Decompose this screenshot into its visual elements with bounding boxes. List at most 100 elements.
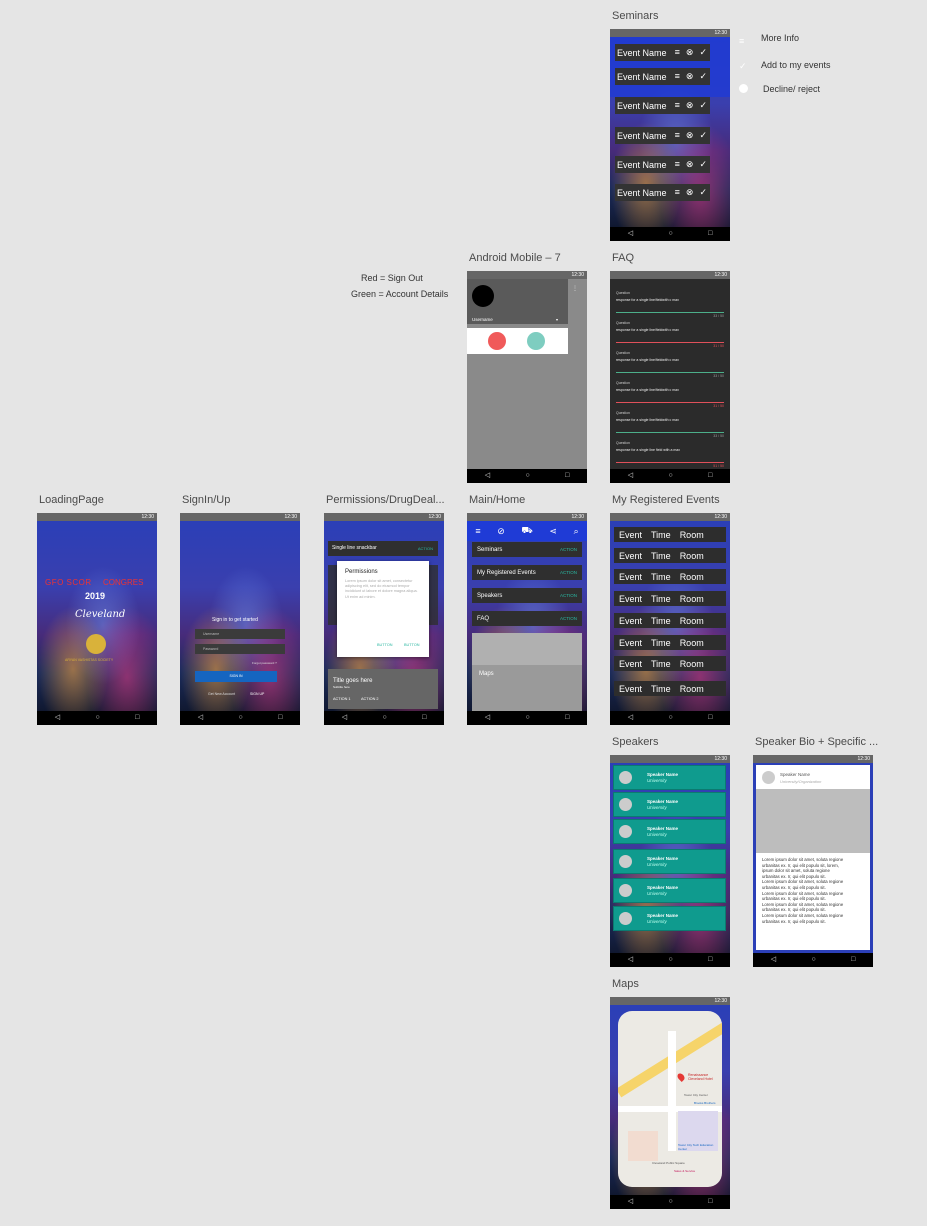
home-icon[interactable]: ○ bbox=[668, 227, 672, 241]
back-icon[interactable]: ◁ bbox=[485, 711, 490, 725]
phone-signin: 12:30 Sign in to get started Username Pa… bbox=[180, 513, 300, 725]
speaker-card[interactable]: Speaker Name University bbox=[613, 819, 726, 844]
event-row[interactable]: Event Name ≡ ⊗ ✓ bbox=[615, 156, 710, 173]
faq-item[interactable]: Question response for a single line/field… bbox=[616, 381, 724, 408]
menu-item-faq[interactable]: FAQ ACTION bbox=[472, 611, 582, 626]
home-icon[interactable]: ○ bbox=[668, 469, 672, 483]
home-icon[interactable]: ○ bbox=[811, 953, 815, 967]
faq-item[interactable]: Question response for a single line/field… bbox=[616, 321, 724, 348]
event-row[interactable]: Event Name ≡ ⊗ ✓ bbox=[615, 44, 710, 61]
registered-row[interactable]: Event Time Room bbox=[614, 635, 726, 650]
dialog-button-1[interactable]: BUTTON bbox=[377, 643, 393, 647]
chevron-down-icon[interactable]: ▾ bbox=[556, 317, 558, 322]
home-icon[interactable]: ○ bbox=[95, 711, 99, 725]
registered-row[interactable]: Event Time Room bbox=[614, 681, 726, 696]
card-action-1[interactable]: ACTION 1 bbox=[333, 697, 351, 701]
registered-row[interactable]: Event Time Room bbox=[614, 569, 726, 584]
sign-in-button[interactable]: SIGN IN bbox=[195, 671, 277, 682]
back-icon[interactable]: ◁ bbox=[628, 711, 633, 725]
back-icon[interactable]: ◁ bbox=[771, 953, 776, 967]
search-icon[interactable]: ⌕ bbox=[574, 526, 579, 537]
recents-icon[interactable]: □ bbox=[708, 953, 712, 967]
recents-icon[interactable]: □ bbox=[708, 711, 712, 725]
frame-label-permissions: Permissions/DrugDeal... bbox=[326, 494, 445, 506]
event-row[interactable]: Event Name ≡ ⊗ ✓ bbox=[615, 184, 710, 201]
back-icon[interactable]: ◁ bbox=[55, 711, 60, 725]
registered-row[interactable]: Event Time Room bbox=[614, 548, 726, 563]
home-icon[interactable]: ○ bbox=[668, 711, 672, 725]
sign-up-link[interactable]: SIGN UP bbox=[250, 692, 264, 696]
back-icon[interactable]: ◁ bbox=[628, 953, 633, 967]
registered-row[interactable]: Event Time Room bbox=[614, 591, 726, 606]
menu-item-registered[interactable]: My Registered Events ACTION bbox=[472, 565, 582, 580]
back-icon[interactable]: ◁ bbox=[628, 1195, 633, 1209]
home-icon[interactable]: ○ bbox=[525, 711, 529, 725]
speaker-card[interactable]: Speaker Name University bbox=[613, 878, 726, 903]
speaker-card[interactable]: Speaker Name University bbox=[613, 765, 726, 790]
phone-loading: 12:30 GFO SCOR CONGRES 2019 Cleveland AR… bbox=[37, 513, 157, 725]
bio-card: Speaker Name University/Organization Lor… bbox=[756, 765, 870, 950]
phone-permissions: 12:30 Single line snackbar ACTION Permiss… bbox=[324, 513, 444, 725]
recents-icon[interactable]: □ bbox=[708, 469, 712, 483]
event-row[interactable]: Event Name ≡ ⊗ ✓ bbox=[615, 97, 710, 114]
screen: Renaissance Cleveland Hotel Tower City C… bbox=[610, 1005, 730, 1195]
back-icon[interactable]: ◁ bbox=[628, 227, 633, 241]
speaker-card[interactable]: Speaker Name University bbox=[613, 849, 726, 874]
dialog-button-2[interactable]: BUTTON bbox=[404, 643, 420, 647]
speaker-card[interactable]: Speaker Name University bbox=[613, 792, 726, 817]
username-input[interactable]: Username bbox=[195, 629, 285, 639]
compass-icon[interactable]: ⊘ bbox=[497, 526, 505, 537]
car-icon[interactable]: ⛟ bbox=[521, 525, 532, 537]
recents-icon[interactable]: □ bbox=[565, 711, 569, 725]
sign-out-button[interactable] bbox=[488, 332, 506, 350]
home-icon[interactable]: ○ bbox=[668, 1195, 672, 1209]
recents-icon[interactable]: □ bbox=[708, 1195, 712, 1209]
menu-item-seminars[interactable]: Seminars ACTION bbox=[472, 542, 582, 557]
avatar bbox=[619, 884, 632, 897]
recents-icon[interactable]: □ bbox=[135, 711, 139, 725]
share-icon[interactable]: ⋖ bbox=[549, 526, 557, 537]
more-icon[interactable]: ⋮ bbox=[572, 285, 578, 292]
card-action-2[interactable]: ACTION 2 bbox=[361, 697, 379, 701]
close-circle-icon: ⊗ bbox=[685, 71, 694, 81]
menu-icon[interactable]: ≡ bbox=[475, 526, 480, 536]
phone-seminars: 12:30 Event Name ≡ ⊗ ✓ Event Name ≡ ⊗ ✓ Event … bbox=[610, 29, 730, 241]
map-view[interactable]: Renaissance Cleveland Hotel Tower City C… bbox=[618, 1011, 722, 1187]
back-icon[interactable]: ◁ bbox=[342, 711, 347, 725]
status-bar: 12:30 bbox=[753, 755, 873, 763]
back-icon[interactable]: ◁ bbox=[628, 469, 633, 483]
recents-icon[interactable]: □ bbox=[422, 711, 426, 725]
faq-item[interactable]: Question response for a single line/field… bbox=[616, 291, 724, 318]
home-icon[interactable]: ○ bbox=[382, 711, 386, 725]
back-icon[interactable]: ◁ bbox=[198, 711, 203, 725]
snackbar: Single line snackbar ACTION bbox=[328, 541, 438, 556]
home-icon[interactable]: ○ bbox=[525, 469, 529, 483]
forgot-link[interactable]: Forgot password ? bbox=[252, 661, 277, 665]
close-circle-icon: ⊗ bbox=[685, 47, 694, 57]
maps-card[interactable]: Maps bbox=[472, 633, 582, 711]
speaker-card[interactable]: Speaker Name University bbox=[613, 906, 726, 931]
home-icon[interactable]: ○ bbox=[238, 711, 242, 725]
event-row[interactable]: Event Name ≡ ⊗ ✓ bbox=[615, 127, 710, 144]
recents-icon[interactable]: □ bbox=[565, 469, 569, 483]
phone-android: 12:30 Username ▾ ⋮ ◁ ○ □ bbox=[467, 271, 587, 483]
password-input[interactable]: Password bbox=[195, 644, 285, 654]
recents-icon[interactable]: □ bbox=[278, 711, 282, 725]
recents-icon[interactable]: □ bbox=[708, 227, 712, 241]
legend-decline: Decline/ reject bbox=[763, 84, 821, 94]
speaker-org: University/Organization bbox=[780, 779, 822, 784]
faq-item[interactable]: Question response for a single line/field… bbox=[616, 411, 724, 438]
account-details-button[interactable] bbox=[527, 332, 545, 350]
registered-row[interactable]: Event Time Room bbox=[614, 656, 726, 671]
map-pin-icon[interactable] bbox=[676, 1072, 686, 1082]
faq-item[interactable]: Question response for a single line field… bbox=[616, 441, 724, 468]
status-bar: 12:30 bbox=[37, 513, 157, 521]
back-icon[interactable]: ◁ bbox=[485, 469, 490, 483]
event-row[interactable]: Event Name ≡ ⊗ ✓ bbox=[615, 68, 710, 85]
faq-item[interactable]: Question response for a single line/field… bbox=[616, 351, 724, 378]
home-icon[interactable]: ○ bbox=[668, 953, 672, 967]
registered-row[interactable]: Event Time Room bbox=[614, 527, 726, 542]
menu-item-speakers[interactable]: Speakers ACTION bbox=[472, 588, 582, 603]
recents-icon[interactable]: □ bbox=[851, 953, 855, 967]
registered-row[interactable]: Event Time Room bbox=[614, 613, 726, 628]
